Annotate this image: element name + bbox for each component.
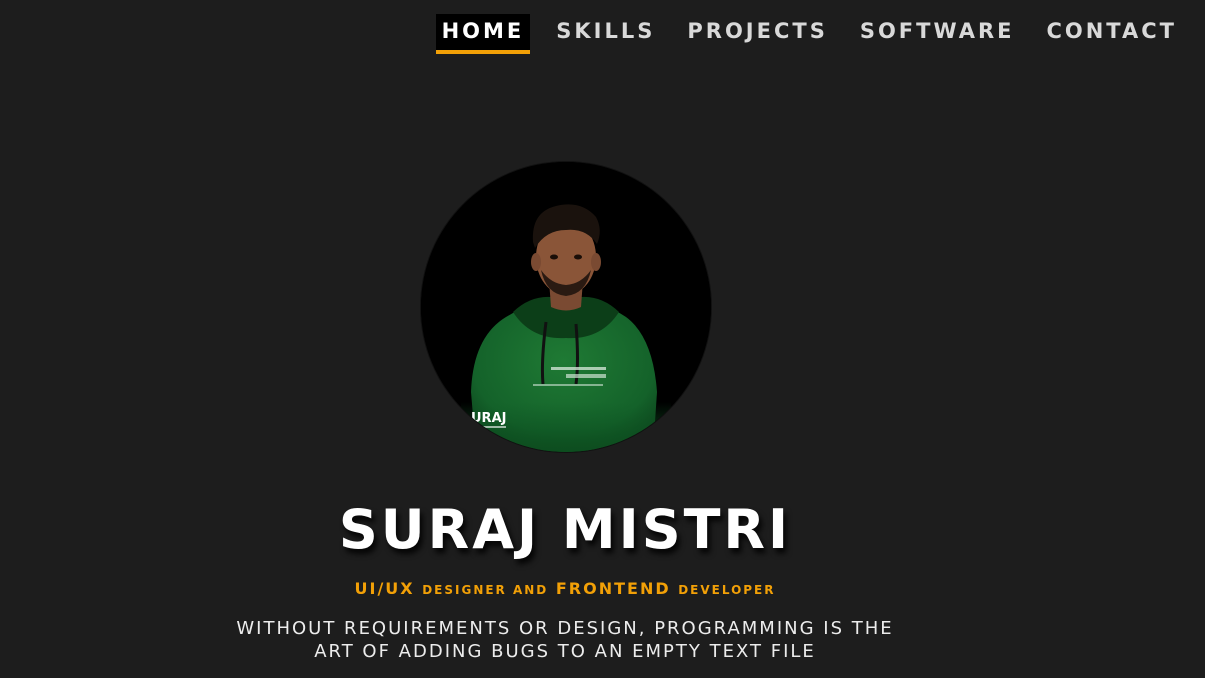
nav-item-software[interactable]: SOFTWARE xyxy=(854,14,1021,54)
hero-role: UI/UX DESIGNER AND FRONTEND DEVELOPER xyxy=(0,578,1130,601)
page: HOME SKILLS PROJECTS SOFTWARE CONTACT UR… xyxy=(0,0,1205,678)
main-nav: HOME SKILLS PROJECTS SOFTWARE CONTACT xyxy=(435,14,1183,54)
profile-photo-icon: URAJ xyxy=(421,162,711,452)
role-part-frontend: FRONTEND xyxy=(555,579,671,598)
quote-line-2: ART OF ADDING BUGS TO AN EMPTY TEXT FILE xyxy=(314,641,816,662)
hero-quote: WITHOUT REQUIREMENTS OR DESIGN, PROGRAMM… xyxy=(0,617,1130,663)
nav-item-projects[interactable]: PROJECTS xyxy=(681,14,833,54)
role-part-designer: DESIGNER AND xyxy=(422,583,549,597)
nav-item-home[interactable]: HOME xyxy=(435,14,531,54)
role-part-developer: DEVELOPER xyxy=(678,583,776,597)
photo-watermark: URAJ xyxy=(471,411,506,426)
role-part-uiux: UI/UX xyxy=(354,579,415,598)
hero-name: SURAJ MISTRI xyxy=(338,498,792,561)
quote-line-1: WITHOUT REQUIREMENTS OR DESIGN, PROGRAMM… xyxy=(236,618,894,639)
nav-item-contact[interactable]: CONTACT xyxy=(1040,14,1183,54)
nav-item-skills[interactable]: SKILLS xyxy=(550,14,661,54)
avatar: URAJ xyxy=(421,162,711,452)
